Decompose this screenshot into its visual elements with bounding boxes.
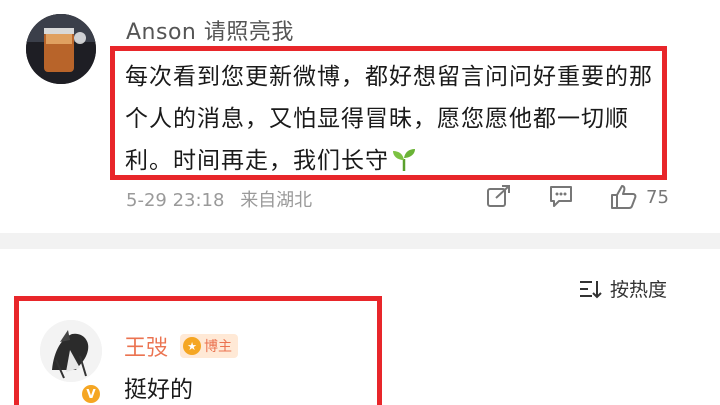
section-divider: [0, 233, 720, 249]
share-button[interactable]: [486, 184, 512, 208]
sort-button[interactable]: 按热度: [578, 275, 667, 302]
like-icon: [611, 185, 637, 209]
share-icon: [487, 185, 510, 207]
blogger-badge: ★ 博主: [180, 334, 238, 358]
avatar[interactable]: [40, 320, 102, 382]
comment-text: 每次看到您更新微博，都好想留言问问好重要的那个人的消息，又怕显得冒昧，愿您愿他都…: [125, 56, 665, 186]
avatar-image: [40, 320, 102, 382]
comment-text-content: 每次看到您更新微博，都好想留言问问好重要的那个人的消息，又怕显得冒昧，愿您愿他都…: [125, 64, 653, 174]
sort-label: 按热度: [610, 279, 668, 301]
comment-icon: [550, 186, 572, 207]
avatar-image: [26, 14, 96, 84]
avatar[interactable]: [26, 14, 96, 84]
comment-button[interactable]: [548, 184, 574, 208]
blogger-badge-label: 博主: [204, 339, 232, 355]
like-button[interactable]: 75: [610, 184, 669, 210]
reply-text: 挺好的: [124, 377, 193, 403]
like-count: 75: [646, 186, 669, 208]
verified-badge: V: [80, 383, 102, 405]
sprout-emoji: [391, 144, 417, 186]
comment-meta: 5-29 23:18 来自湖北: [126, 186, 322, 212]
comment-timestamp: 5-29 23:18: [126, 190, 225, 211]
blogger-username[interactable]: 王弢: [124, 330, 168, 362]
star-icon: ★: [183, 337, 201, 355]
sort-icon: [580, 280, 602, 298]
comment-location: 来自湖北: [240, 190, 313, 211]
comment-username[interactable]: Anson 请照亮我: [126, 14, 294, 46]
